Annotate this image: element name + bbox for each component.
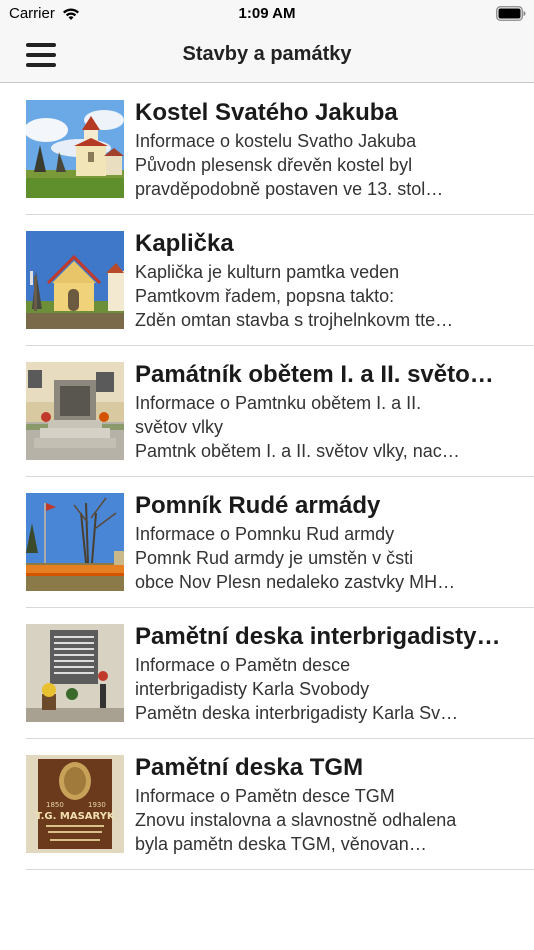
list-item[interactable]: Kaplička Kaplička je kulturn pamtka vede… — [0, 215, 534, 346]
list-item[interactable]: Kostel Svatého Jakuba Informace o kostel… — [0, 84, 534, 215]
plaque-year-end: 1930 — [88, 801, 106, 809]
description-line: pravděpodobně postaven ve 13. stol… — [135, 179, 444, 199]
description-line: Znovu instalovna a slavnostně odhalena — [135, 810, 457, 830]
item-title: Památník obětem I. a II. světo… — [135, 361, 494, 388]
description-line: Pomnk Rud armdy je umstěn v čsti — [135, 548, 414, 568]
description-line: Informace o Pamětn desce TGM — [135, 786, 395, 806]
war-memorial-photo — [26, 362, 124, 460]
status-bar: Carrier 1:09 AM — [0, 0, 534, 28]
description-line: Původn plesensk dřevěn kostel byl — [135, 155, 413, 175]
description-line: světov vlky — [135, 417, 224, 437]
interbrigade-plaque-photo — [26, 624, 124, 722]
item-description: Informace o kostelu Svatho Jakuba Původn… — [135, 129, 525, 201]
tgm-plaque-photo: 1850 1930 T.G. MASARYK — [26, 755, 124, 853]
church-photo — [26, 100, 124, 198]
status-time: 1:09 AM — [238, 5, 296, 22]
item-title: Kaplička — [135, 230, 234, 257]
page-title: Stavby a památky — [182, 43, 352, 65]
description-line: Pamětn deska interbrigadisty Karla Sv… — [135, 703, 459, 723]
item-description: Informace o Pamtnku obětem I. a II. svět… — [135, 391, 525, 463]
plaque-year-start: 1850 — [46, 801, 64, 809]
navigation-bar: Stavby a památky — [0, 28, 534, 83]
plaque-name: T.G. MASARYK — [35, 811, 116, 822]
description-line: Kaplička je kulturn pamtka veden — [135, 262, 400, 282]
description-line: Pamtkovm řadem, popsna takto: — [135, 286, 395, 306]
battery-icon — [496, 6, 526, 21]
item-description: Kaplička je kulturn pamtka veden Pamtkov… — [135, 260, 525, 332]
chapel-photo — [26, 231, 124, 329]
item-description: Informace o Pamětn desce TGM Znovu insta… — [135, 784, 525, 856]
list-item[interactable]: Pamětní deska interbrigadisty… Informace… — [0, 608, 534, 739]
monuments-list: Kostel Svatého Jakuba Informace o kostel… — [0, 84, 534, 870]
description-line: interbrigadisty Karla Svobody — [135, 679, 370, 699]
list-item[interactable]: 1850 1930 T.G. MASARYK Pamětní deska TGM… — [0, 739, 534, 870]
description-line: byla pamětn deska TGM, věnovan… — [135, 834, 427, 854]
item-title: Pamětní deska interbrigadisty… — [135, 623, 501, 650]
description-line: Informace o Pomnku Rud armdy — [135, 524, 395, 544]
description-line: Zděn omtan stavba s trojhelnkovm tte… — [135, 310, 454, 330]
list-item[interactable]: Památník obětem I. a II. světo… Informac… — [0, 346, 534, 477]
item-title: Kostel Svatého Jakuba — [135, 99, 398, 126]
item-description: Informace o Pomnku Rud armdy Pomnk Rud a… — [135, 522, 525, 594]
item-title: Pamětní deska TGM — [135, 754, 364, 781]
item-description: Informace o Pamětn desce interbrigadisty… — [135, 653, 525, 725]
description-line: Informace o kostelu Svatho Jakuba — [135, 131, 417, 151]
list-item[interactable]: Pomník Rudé armády Informace o Pomnku Ru… — [0, 477, 534, 608]
description-line: Pamtnk obětem I. a II. světov vlky, nac… — [135, 441, 460, 461]
description-line: Informace o Pamětn desce — [135, 655, 351, 675]
description-line: obce Nov Plesn nedaleko zastvky MH… — [135, 572, 456, 592]
description-line: Informace o Pamtnku obětem I. a II. — [135, 393, 422, 413]
red-army-memorial-photo — [26, 493, 124, 591]
item-title: Pomník Rudé armády — [135, 492, 381, 519]
